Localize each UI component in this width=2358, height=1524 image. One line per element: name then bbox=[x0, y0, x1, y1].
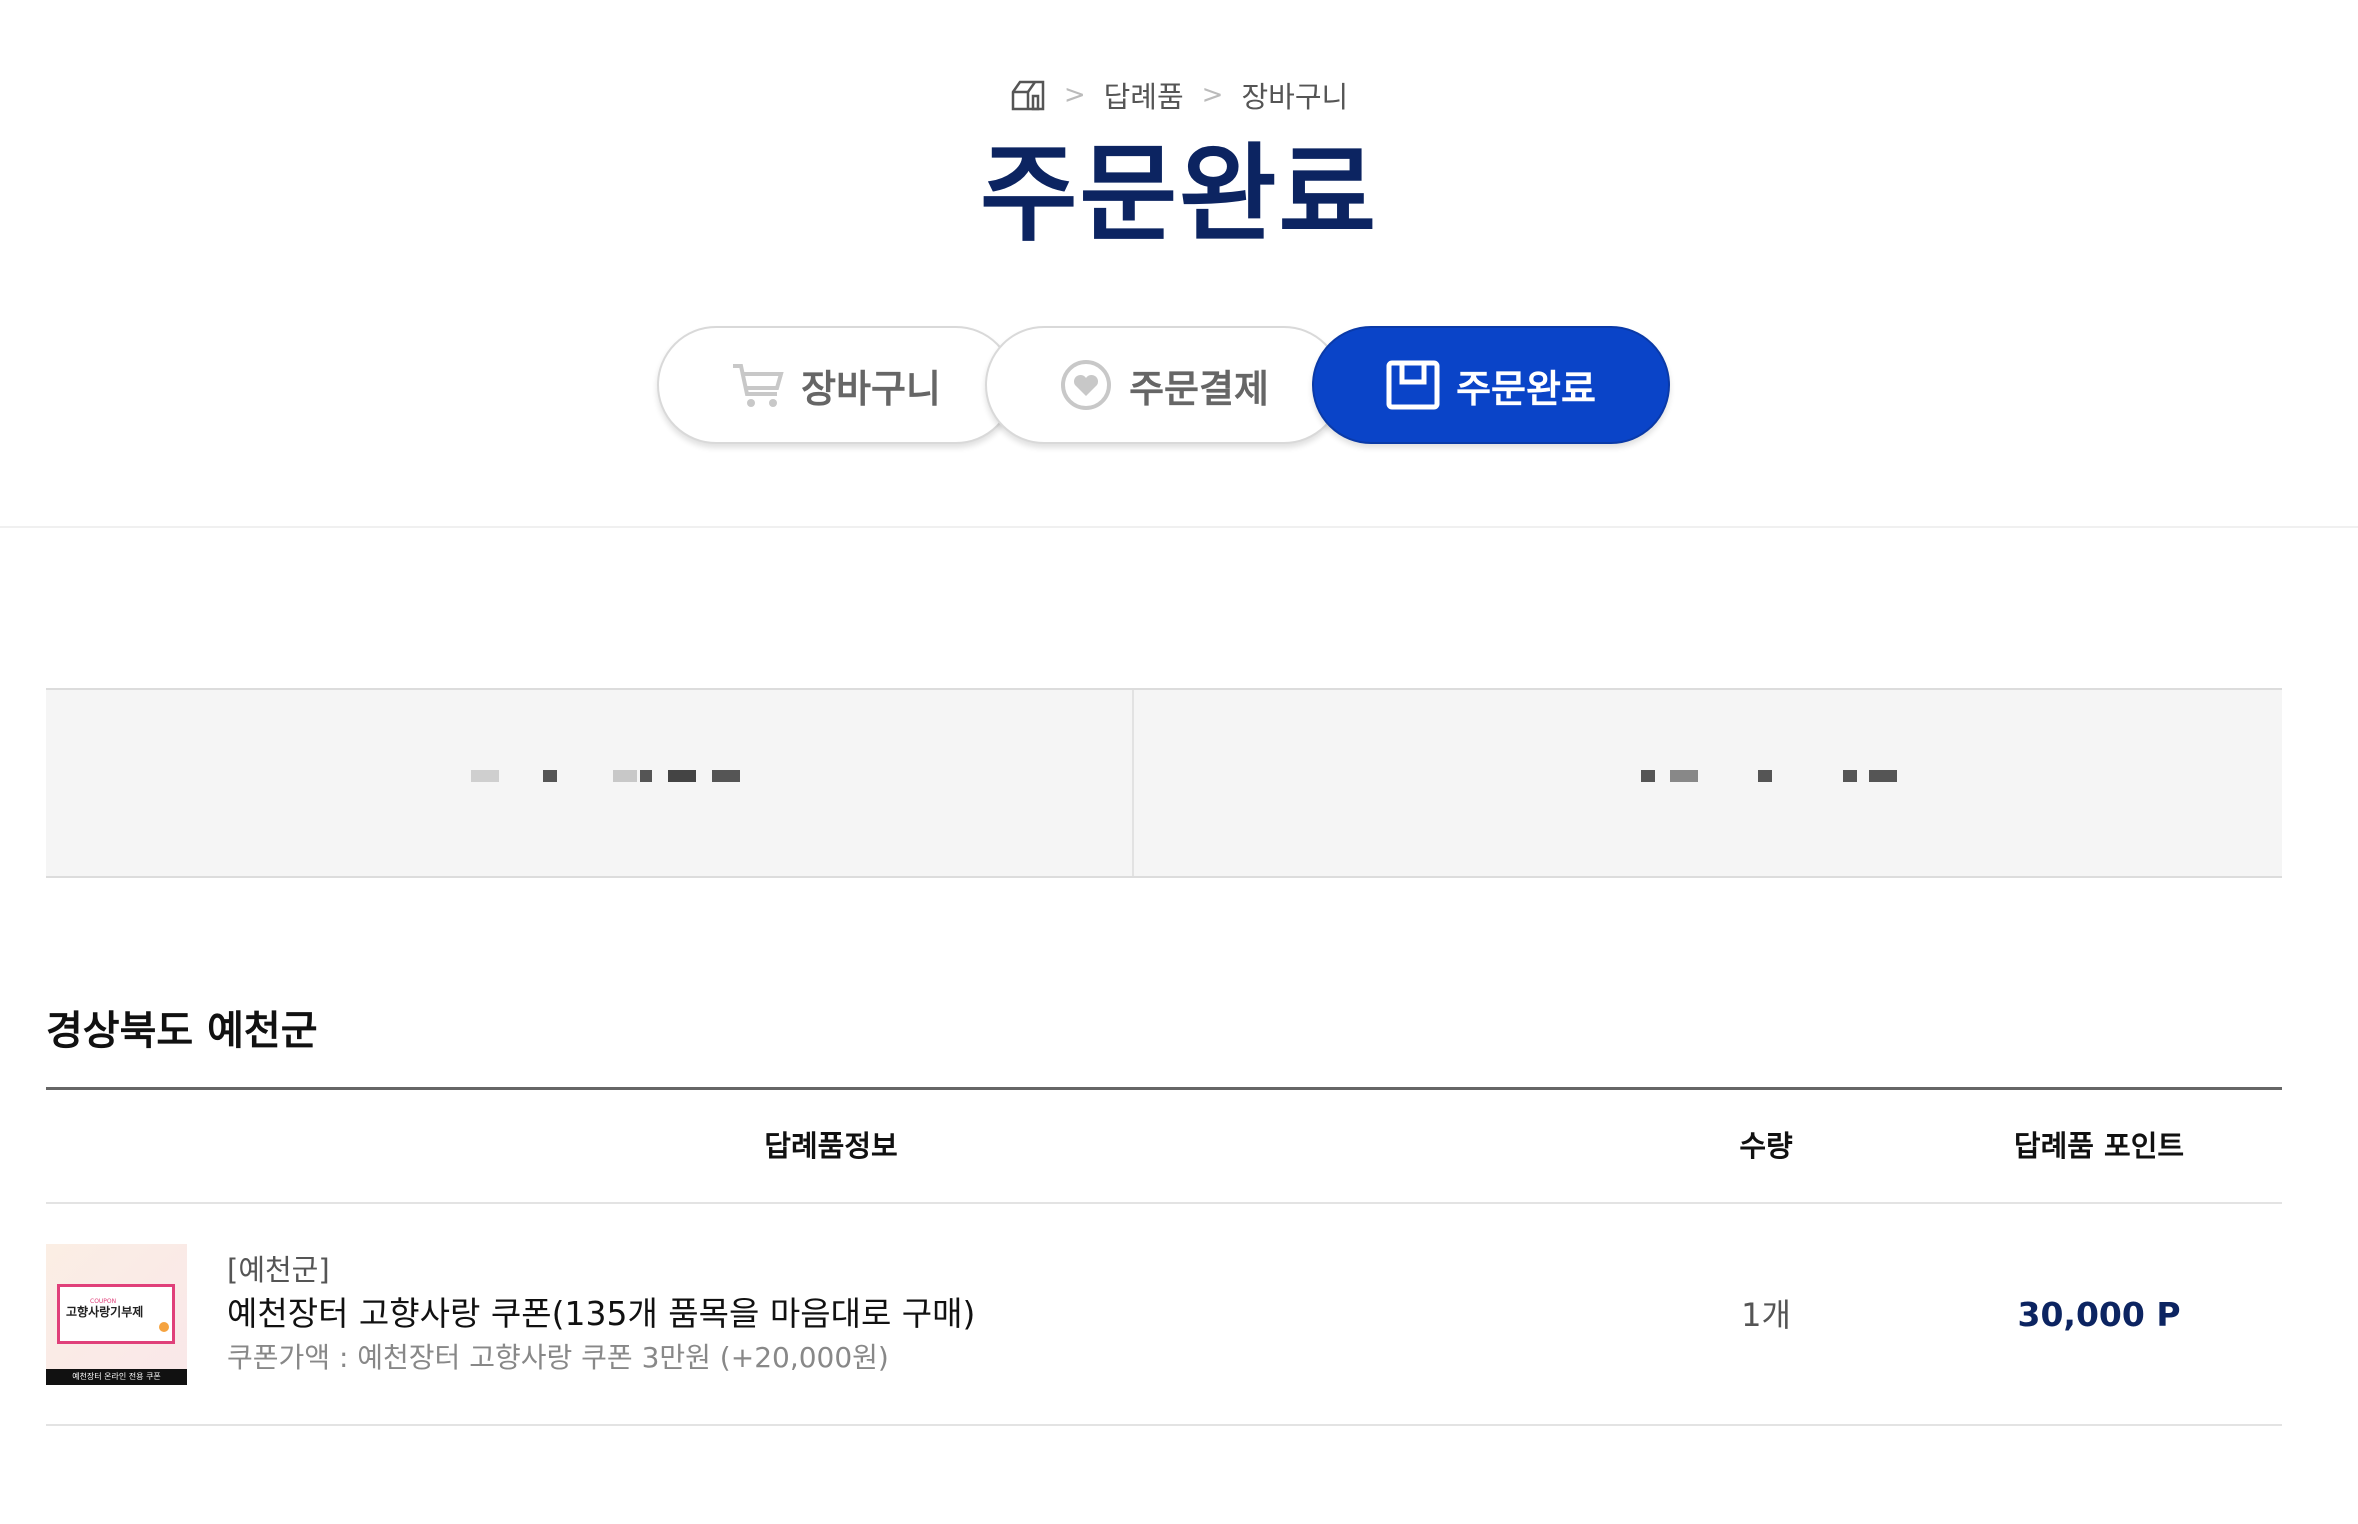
redacted-text bbox=[543, 770, 557, 782]
redacted-text bbox=[1758, 770, 1772, 782]
order-items-table: 답례품정보 수량 답례품 포인트 고향사랑기부제 COUPON 예천장터 온라인… bbox=[46, 1087, 2282, 1426]
step-complete: 주문완료 bbox=[1312, 326, 1670, 444]
product-region: [예천군] bbox=[227, 1253, 330, 1287]
breadcrumb-item[interactable]: 장바구니 bbox=[1241, 74, 1348, 116]
product-name[interactable]: 예천장터 고향사랑 쿠폰(135개 품목을 마음대로 구매) bbox=[227, 1292, 975, 1336]
redacted-text bbox=[640, 770, 652, 782]
step-label: 장바구니 bbox=[801, 366, 941, 411]
breadcrumb: > 답례품 > 장바구니 bbox=[0, 74, 2358, 116]
product-thumbnail[interactable]: 고향사랑기부제 COUPON 예천장터 온라인 전용 쿠폰 bbox=[46, 1244, 187, 1385]
page-title: 주문완료 bbox=[979, 133, 1379, 256]
redacted-text bbox=[712, 770, 740, 782]
redacted-text bbox=[471, 770, 499, 782]
step-label: 주문완료 bbox=[1456, 366, 1596, 411]
redacted-text bbox=[1641, 770, 1655, 782]
column-header-qty: 수량 bbox=[1739, 1129, 1793, 1163]
thumbnail-title: 고향사랑기부제 bbox=[66, 1305, 144, 1319]
redacted-text bbox=[1843, 770, 1857, 782]
order-summary-box bbox=[46, 688, 2282, 878]
step-payment: 주문결제 bbox=[985, 326, 1343, 444]
order-steps: 장바구니 주문결제 주문완료 bbox=[655, 326, 1675, 448]
cart-icon bbox=[731, 360, 785, 410]
header-divider bbox=[0, 526, 2358, 528]
redacted-text bbox=[1869, 770, 1897, 782]
summary-divider bbox=[1132, 690, 1134, 876]
thumbnail-tag: COUPON bbox=[90, 1298, 117, 1305]
region-title: 경상북도 예천군 bbox=[46, 1008, 318, 1054]
step-cart: 장바구니 bbox=[657, 326, 1015, 444]
home-icon[interactable] bbox=[1010, 78, 1046, 112]
product-points: 30,000 P bbox=[2017, 1295, 2181, 1334]
column-header-info: 답례품정보 bbox=[764, 1129, 898, 1163]
thumbnail-frame: 고향사랑기부제 bbox=[57, 1284, 175, 1344]
column-header-points: 답례품 포인트 bbox=[2013, 1129, 2185, 1163]
box-icon bbox=[1386, 360, 1440, 410]
product-info: [예천군] 예천장터 고향사랑 쿠폰(135개 품목을 마음대로 구매) 쿠폰가… bbox=[227, 1250, 975, 1378]
coin-icon bbox=[159, 1322, 169, 1332]
chevron-right-icon: > bbox=[1201, 80, 1224, 110]
table-header: 답례품정보 수량 답례품 포인트 bbox=[46, 1087, 2282, 1204]
product-quantity: 1개 bbox=[1741, 1296, 1791, 1334]
redacted-text bbox=[668, 770, 696, 782]
redacted-text bbox=[1670, 770, 1698, 782]
chevron-right-icon: > bbox=[1063, 80, 1086, 110]
redacted-text bbox=[613, 770, 637, 782]
step-label: 주문결제 bbox=[1129, 366, 1269, 411]
breadcrumb-item[interactable]: 답례품 bbox=[1104, 74, 1184, 116]
heart-circle-icon bbox=[1059, 358, 1113, 412]
thumbnail-footer: 예천장터 온라인 전용 쿠폰 bbox=[46, 1369, 187, 1385]
table-row: 고향사랑기부제 COUPON 예천장터 온라인 전용 쿠폰 [예천군] 예천장터… bbox=[46, 1204, 2282, 1426]
product-option: 쿠폰가액 : 예천장터 고향사랑 쿠폰 3만원 (+20,000원) bbox=[227, 1341, 889, 1374]
